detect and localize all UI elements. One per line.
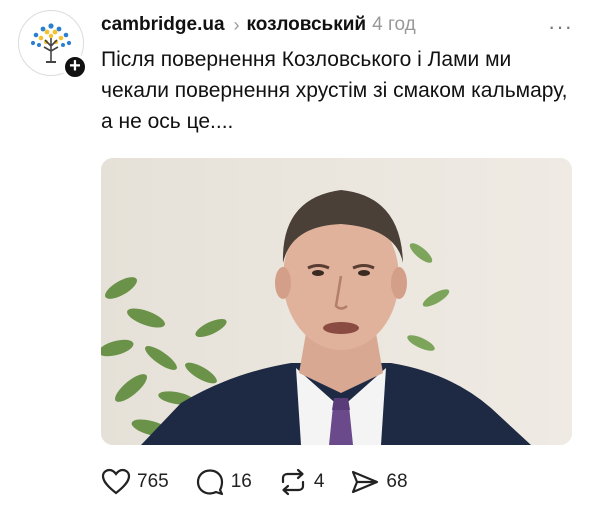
follow-plus-icon[interactable]: + xyxy=(62,54,88,80)
post-image[interactable] xyxy=(101,158,572,445)
send-icon xyxy=(352,470,379,494)
topic-tag[interactable]: козловський xyxy=(247,14,367,36)
heart-icon xyxy=(101,468,131,495)
comment-icon xyxy=(196,469,223,496)
post-actions: 765 16 4 68 xyxy=(101,468,434,496)
account-avatar[interactable]: + xyxy=(18,10,88,80)
chevron-right-icon: › xyxy=(233,14,240,35)
reply-button[interactable]: 16 xyxy=(195,468,252,496)
repost-count: 4 xyxy=(313,471,325,492)
repost-icon xyxy=(281,468,304,496)
share-count: 68 xyxy=(386,471,408,492)
account-name[interactable]: cambridge.ua xyxy=(101,14,225,36)
post-timestamp: 4 год xyxy=(372,14,416,35)
repost-button[interactable]: 4 xyxy=(278,468,325,496)
post-header: cambridge.ua › козловський 4 год ··· xyxy=(101,12,573,40)
like-button[interactable]: 765 xyxy=(101,468,169,496)
share-button[interactable]: 68 xyxy=(350,468,408,496)
reply-count: 16 xyxy=(230,471,252,492)
more-options-icon[interactable]: ··· xyxy=(548,14,573,40)
post-body-text: Після повернення Козловського і Лами ми … xyxy=(101,48,568,133)
like-count: 765 xyxy=(137,471,169,492)
